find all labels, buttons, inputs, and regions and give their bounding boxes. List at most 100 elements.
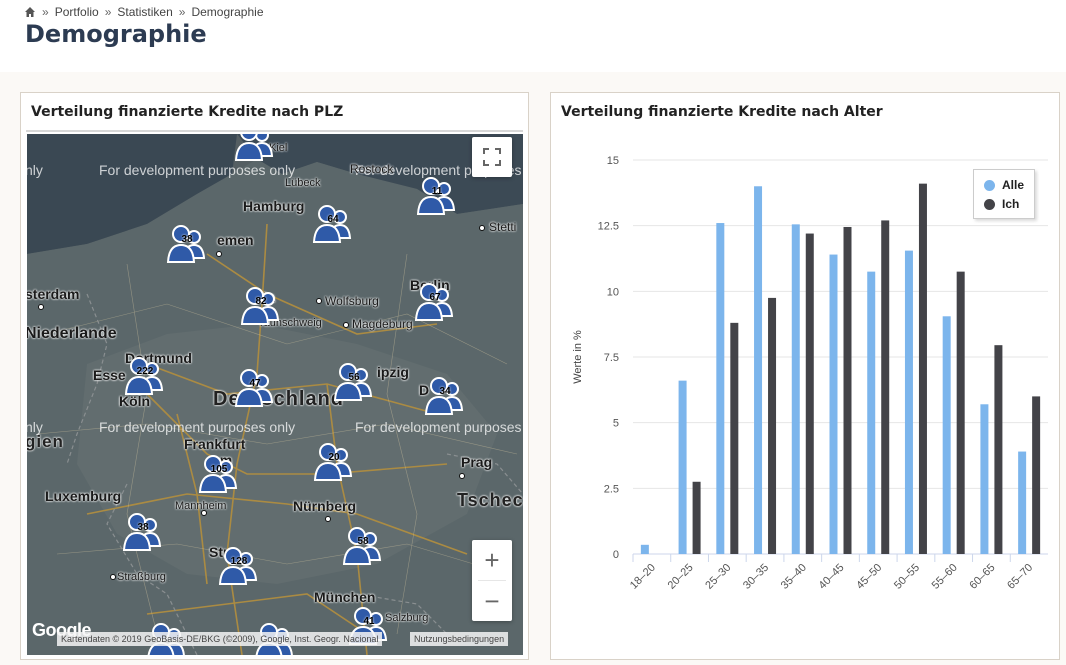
- map-marker-ruhr[interactable]: 222: [123, 356, 167, 396]
- breadcrumb-statistiken[interactable]: Statistiken: [117, 5, 172, 19]
- map-marker-saarbruecken[interactable]: 38: [121, 512, 165, 552]
- city-dot: [216, 251, 222, 257]
- city-dot: [201, 510, 207, 516]
- bar-ich: [805, 233, 814, 554]
- bar-alle: [980, 404, 989, 554]
- x-tick-label: 35–40: [779, 562, 809, 592]
- map-marker-berlin[interactable]: 67: [413, 282, 457, 322]
- breadcrumb: » Portfolio » Statistiken » Demographie: [24, 4, 264, 20]
- chart-panel: Verteilung finanzierte Kredite nach Alte…: [550, 92, 1060, 660]
- city-dot: [325, 516, 331, 522]
- city-dot: [459, 473, 465, 479]
- dev-watermark: For development purposes only: [355, 419, 523, 435]
- fullscreen-icon: [483, 148, 501, 166]
- map-panel: Verteilung finanzierte Kredite nach PLZ: [20, 92, 529, 660]
- bar-ich: [994, 345, 1003, 554]
- bar-ich: [843, 226, 852, 554]
- bar-ich: [956, 271, 965, 554]
- map-marker-regensburg[interactable]: 58: [341, 526, 385, 566]
- marker-count: 67: [429, 292, 441, 303]
- place-label: gien: [27, 432, 64, 451]
- place-label: sterdam: [27, 286, 80, 302]
- legend-swatch: [984, 179, 995, 191]
- bar-alle: [791, 224, 800, 554]
- place-label: Prag: [461, 454, 493, 470]
- place-label: Tschec: [457, 490, 523, 510]
- map-marker-hamburg[interactable]: 64: [311, 204, 355, 244]
- map-marker-kassel[interactable]: 47: [233, 368, 277, 408]
- dev-watermark: For development purposes only: [99, 419, 296, 435]
- bar-alle: [716, 223, 725, 554]
- marker-count: 38: [137, 522, 149, 533]
- x-tick-label: 55–60: [930, 562, 960, 592]
- marker-count: 105: [210, 464, 228, 475]
- map-marker-leipzig[interactable]: 56: [332, 362, 376, 402]
- x-tick-label: 65–70: [1005, 562, 1035, 592]
- x-tick-label: 40–45: [817, 562, 847, 592]
- terms-link[interactable]: Nutzungsbedingungen: [410, 632, 509, 646]
- home-icon[interactable]: [24, 6, 36, 18]
- place-label: Magdeburg: [352, 317, 413, 331]
- legend-swatch: [984, 198, 995, 210]
- marker-count: 64: [327, 214, 339, 225]
- map-marker-hannover[interactable]: 82: [239, 286, 283, 326]
- bar-alle: [904, 250, 913, 554]
- map-marker-frankfurt[interactable]: 105: [197, 454, 241, 494]
- dev-watermark: nly: [27, 162, 43, 178]
- marker-count: 11: [431, 186, 443, 197]
- page-title: Demographie: [25, 20, 207, 48]
- bar-ich: [692, 481, 701, 554]
- marker-count: 58: [357, 536, 369, 547]
- breadcrumb-portfolio[interactable]: Portfolio: [55, 5, 99, 19]
- breadcrumb-demographie: Demographie: [191, 5, 264, 19]
- place-label: Niederlande: [27, 325, 117, 342]
- map-attribution: Kartendaten © 2019 GeoBasis-DE/BKG (©200…: [57, 632, 383, 646]
- map-view[interactable]: nly For development purposes only For de…: [27, 134, 523, 655]
- y-tick-label: 7.5: [604, 352, 619, 364]
- map-marker-bremen[interactable]: 38: [165, 224, 209, 264]
- city-dot: [110, 574, 116, 580]
- map-panel-title: Verteilung finanzierte Kredite nach PLZ: [31, 104, 344, 120]
- city-dot: [343, 322, 349, 328]
- breadcrumb-separator: »: [104, 5, 112, 19]
- place-label: Frankfurt: [184, 436, 246, 452]
- y-tick-label: 10: [607, 286, 619, 298]
- map-marker-dresden[interactable]: 34: [423, 376, 467, 416]
- x-tick-label: 20–25: [666, 562, 696, 592]
- marker-count: 82: [255, 296, 267, 307]
- marker-count: 41: [363, 616, 375, 627]
- bar-ich: [881, 220, 890, 554]
- y-tick-label: 5: [613, 418, 619, 430]
- zoom-in-button[interactable]: +: [472, 540, 512, 580]
- panel-divider: [26, 130, 523, 132]
- map-marker-wuerzburg[interactable]: 20: [312, 442, 356, 482]
- zoom-controls: + −: [472, 540, 512, 621]
- bar-ich: [768, 297, 777, 554]
- map-marker-kiel[interactable]: [233, 134, 277, 162]
- chart-panel-title: Verteilung finanzierte Kredite nach Alte…: [561, 104, 883, 120]
- marker-count: 56: [348, 372, 360, 383]
- map-marker-rostock-area[interactable]: 11: [415, 176, 459, 216]
- y-tick-label: 2.5: [604, 483, 619, 495]
- map-marker-stuttgart[interactable]: 128: [217, 546, 261, 586]
- bar-alle: [1018, 451, 1027, 554]
- zoom-out-button[interactable]: −: [472, 581, 512, 621]
- x-tick-label: 30–35: [741, 562, 771, 592]
- marker-count: 47: [249, 378, 261, 389]
- bar-ich: [730, 322, 739, 554]
- bar-ich: [918, 183, 927, 554]
- marker-count: 128: [230, 556, 248, 567]
- page-header: » Portfolio » Statistiken » Demographie …: [0, 0, 1066, 72]
- x-tick-label: 18–20: [628, 562, 658, 592]
- place-label: München: [314, 589, 376, 605]
- legend-item-alle[interactable]: Alle: [984, 178, 1024, 192]
- place-label: Esse: [93, 367, 126, 383]
- place-label: Straßburg: [117, 571, 166, 583]
- fullscreen-button[interactable]: [472, 137, 512, 177]
- place-label: Salzburg: [385, 612, 429, 624]
- legend-item-ich[interactable]: Ich: [984, 197, 1019, 211]
- marker-count: 222: [136, 366, 154, 377]
- x-tick-label: 60–65: [967, 562, 997, 592]
- dev-watermark: For development purposes only: [99, 162, 296, 178]
- y-axis-label: Werte in %: [572, 330, 584, 384]
